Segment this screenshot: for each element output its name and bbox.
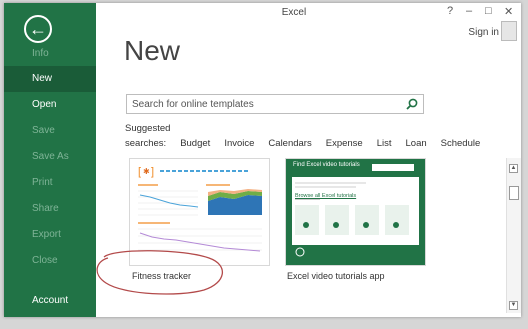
restore-icon[interactable]: □ <box>485 5 492 17</box>
template-fitness-tracker[interactable]: [ ✱ ] <box>129 158 270 266</box>
scroll-up-icon[interactable]: ▲ <box>509 164 518 173</box>
search-input[interactable] <box>132 97 402 111</box>
template-caption-fitness-tracker[interactable]: Fitness tracker <box>132 271 191 281</box>
suggested-search-loan[interactable]: Loan <box>406 138 427 149</box>
suggested-search-list[interactable]: List <box>377 138 392 149</box>
back-arrow-icon[interactable]: ← <box>24 15 52 43</box>
backstage-sidebar: ← Info New Open Save Save As Print Share… <box>4 3 96 317</box>
suggested-search-schedule[interactable]: Schedule <box>441 138 481 149</box>
suggested-search-calendars[interactable]: Calendars <box>268 138 311 149</box>
sidebar-item-account[interactable]: Account <box>4 288 96 314</box>
sidebar-item-export[interactable]: Export <box>4 222 96 248</box>
suggested-search-invoice[interactable]: Invoice <box>224 138 254 149</box>
svg-text:]: ] <box>151 166 154 178</box>
sign-in-link[interactable]: Sign in <box>468 27 499 38</box>
vertical-scrollbar[interactable]: ▲ ▼ <box>506 158 521 313</box>
sidebar-item-save[interactable]: Save <box>4 118 96 144</box>
browse-tutorials-link[interactable]: Browse all Excel tutorials <box>295 193 356 199</box>
window-title: Excel <box>281 7 307 18</box>
sidebar-item-close[interactable]: Close <box>4 248 96 274</box>
scroll-down-icon[interactable]: ▼ <box>509 301 518 310</box>
page-title: New <box>124 35 181 66</box>
video-tutorials-preview-image <box>286 159 425 265</box>
fitness-tracker-preview-image: [ ✱ ] <box>130 159 269 265</box>
template-excel-video-tutorials[interactable]: Find Excel video tutorials Browse all Ex… <box>285 158 426 266</box>
minimize-icon[interactable]: – <box>466 5 472 17</box>
sidebar-item-new[interactable]: New <box>4 66 96 92</box>
video-tile-header: Find Excel video tutorials <box>293 162 360 168</box>
suggested-search-expense[interactable]: Expense <box>326 138 363 149</box>
help-icon[interactable]: ? <box>447 5 453 17</box>
suggested-search-budget[interactable]: Budget <box>180 138 210 149</box>
search-icon[interactable] <box>405 97 419 111</box>
suggested-searches-label: Suggested searches: <box>125 123 171 149</box>
sidebar-item-print[interactable]: Print <box>4 170 96 196</box>
sidebar-item-info[interactable]: Info <box>4 41 96 67</box>
excel-backstage-window: ← Info New Open Save Save As Print Share… <box>4 3 521 317</box>
svg-text:[: [ <box>138 166 141 178</box>
sidebar-item-share[interactable]: Share <box>4 196 96 222</box>
close-icon[interactable]: ✕ <box>504 5 513 18</box>
svg-text:✱: ✱ <box>143 167 150 176</box>
template-search-box <box>126 94 424 114</box>
scrollbar-thumb[interactable] <box>509 186 519 200</box>
avatar[interactable] <box>501 21 517 41</box>
sidebar-item-save-as[interactable]: Save As <box>4 144 96 170</box>
sidebar-item-open[interactable]: Open <box>4 92 96 118</box>
template-caption-excel-video-tutorials[interactable]: Excel video tutorials app <box>287 271 385 281</box>
suggested-searches: Suggested searches: Budget Invoice Calendar… <box>125 121 480 151</box>
